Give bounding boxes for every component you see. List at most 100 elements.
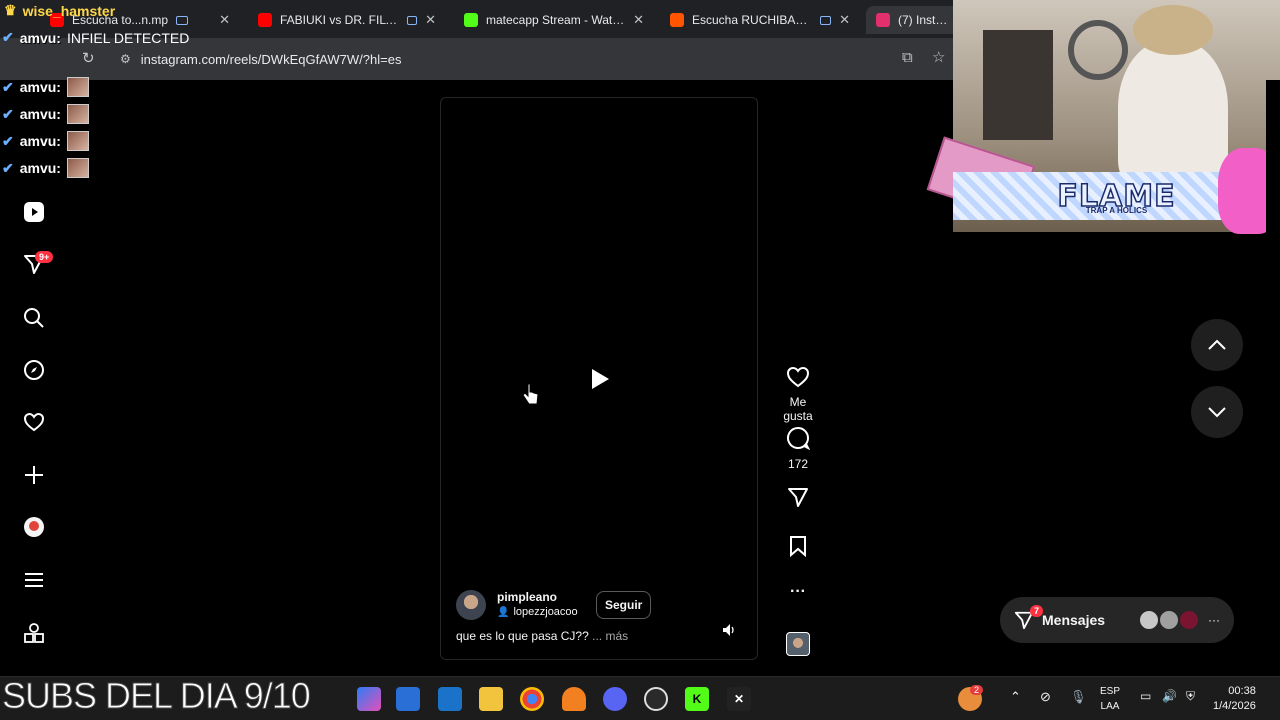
chat-message: ✔ amvu: — [2, 77, 89, 97]
display-icon[interactable]: ▭ — [1140, 689, 1151, 703]
verified-icon: ✔ — [2, 159, 14, 176]
kick-icon[interactable]: K — [685, 687, 709, 711]
tab-fabiuki[interactable]: FABIUKI vs DR. FILTROS ✕ — [248, 6, 446, 34]
outlook-icon[interactable] — [438, 687, 462, 711]
search-icon[interactable] — [22, 306, 46, 330]
media-playing-icon — [820, 15, 832, 25]
capcut-icon[interactable]: ✕ — [727, 687, 751, 711]
discord-icon[interactable] — [603, 687, 627, 711]
chrome-icon[interactable] — [520, 687, 544, 711]
messages-label: Mensajes — [1042, 612, 1106, 628]
chat-user: amvu: — [19, 29, 61, 46]
volume-icon[interactable]: 🔊 — [1162, 689, 1177, 703]
caption-more-link[interactable]: ... más — [592, 629, 628, 643]
tab-matecapp[interactable]: matecapp Stream - Watch L ✕ — [454, 6, 654, 34]
obs-icon[interactable] — [644, 687, 668, 711]
fan — [1068, 20, 1128, 80]
explore-icon[interactable] — [22, 358, 46, 382]
chat-message: ✔ amvu: INFIEL DETECTED — [2, 29, 189, 46]
chat-header: ♛ wise_hamster — [4, 2, 115, 19]
comment-icon[interactable] — [786, 426, 811, 451]
install-app-icon[interactable]: ⧉ — [902, 49, 913, 66]
like-action[interactable]: Me gusta — [774, 366, 822, 423]
verified-icon: ✔ — [2, 105, 14, 122]
chat-message: ✔ amvu: — [2, 131, 89, 151]
menu-icon[interactable] — [22, 568, 46, 592]
share-icon[interactable] — [787, 486, 809, 508]
clock-time: 00:38 — [1228, 685, 1256, 697]
create-icon[interactable] — [22, 463, 46, 487]
avatar — [1138, 609, 1160, 631]
file-explorer-icon[interactable] — [479, 687, 503, 711]
mute-toggle-icon[interactable] — [722, 623, 736, 642]
show-hidden-icons-chevron-up-icon[interactable]: ⌃ — [1010, 689, 1021, 705]
reels-icon[interactable] — [22, 200, 46, 224]
comment-action[interactable]: 172 — [774, 426, 822, 471]
like-label: Me gusta — [783, 395, 813, 423]
next-reel-button[interactable] — [1191, 386, 1243, 438]
more-avatars: ··· — [1208, 613, 1220, 627]
shield-icon[interactable]: ⛨ — [1186, 689, 1195, 704]
soundcloud-icon — [670, 13, 684, 27]
verified-icon: ✔ — [2, 29, 14, 45]
more-options-icon[interactable]: ··· — [774, 583, 822, 601]
save-action[interactable] — [774, 535, 822, 562]
chat-user: amvu: — [19, 160, 61, 176]
page-scrollbar[interactable] — [1266, 80, 1280, 676]
share-action[interactable] — [774, 486, 822, 513]
previous-reel-button[interactable] — [1191, 319, 1243, 371]
media-playing-icon — [406, 15, 418, 25]
streamer — [1118, 40, 1228, 190]
chat-user: amvu: — [19, 133, 61, 149]
chat-user: amvu: — [19, 79, 61, 95]
author-username[interactable]: pimpleano — [497, 590, 557, 604]
profile-icon[interactable] — [22, 515, 46, 539]
play-icon[interactable] — [590, 368, 610, 395]
subs-overlay-text: SUBS DEL DIA 9/10 — [2, 675, 312, 717]
close-tab-icon[interactable]: ✕ — [633, 12, 644, 28]
chevron-down-icon — [1208, 407, 1226, 418]
chat-image — [66, 77, 89, 97]
mouse-cursor-icon — [522, 382, 540, 411]
author-avatar[interactable] — [456, 590, 486, 620]
poster — [983, 30, 1053, 140]
instagram-icon — [876, 13, 890, 27]
stream-chat-overlay: ♛ wise_hamster ✔ amvu: INFIEL DETECTED ✔… — [0, 0, 240, 180]
chat-image — [66, 158, 89, 178]
bookmark-icon[interactable] — [788, 535, 808, 558]
close-tab-icon[interactable]: ✕ — [425, 12, 436, 28]
chat-message: ✔ amvu: — [2, 104, 89, 124]
audio-attribution[interactable]: 👤 lopezzjoacoo — [497, 606, 578, 618]
follow-button[interactable]: Seguir — [596, 591, 652, 619]
chevron-up-icon — [1208, 339, 1226, 350]
chat-user: amvu: — [19, 106, 61, 122]
close-tab-icon[interactable]: ✕ — [839, 12, 850, 28]
tab-instagram[interactable]: (7) Instagra — [866, 6, 960, 34]
language-indicator[interactable]: ESP LAA — [1100, 684, 1120, 714]
messages-bar[interactable]: Mensajes ··· — [1000, 597, 1234, 643]
bookmark-star-icon[interactable]: ☆ — [932, 48, 945, 66]
chat-image — [66, 104, 89, 124]
messages-count-badge: 7 — [1030, 605, 1044, 617]
network-off-icon[interactable]: ⊘ — [1040, 689, 1051, 705]
clock-date: 1/4/2026 — [1213, 700, 1256, 712]
avatar — [1178, 609, 1200, 631]
notifications-icon[interactable] — [22, 410, 46, 434]
microphone-icon[interactable]: 🎙 — [1070, 689, 1087, 705]
language-code: ESP — [1100, 686, 1121, 697]
caption-text: que es lo que pasa CJ?? — [456, 629, 589, 643]
chat-message: ✔ amvu: — [2, 158, 89, 178]
also-from-meta-icon[interactable] — [22, 621, 46, 645]
banner-subtitle: TRAP A HOLICS — [1085, 206, 1148, 215]
system-clock[interactable]: 00:38 1/4/2026 — [1213, 684, 1256, 714]
heart-icon[interactable] — [786, 366, 810, 388]
tab-ruchibandz[interactable]: Escucha RUCHIBANDZ ( ✕ — [660, 6, 860, 34]
verified-icon: ✔ — [2, 78, 14, 95]
copilot-icon[interactable] — [357, 687, 381, 711]
cloudflare-icon[interactable] — [562, 687, 586, 711]
audio-track-thumbnail[interactable] — [786, 632, 810, 656]
tray-badge: 2 — [970, 685, 984, 695]
chat-image — [66, 131, 89, 151]
store-icon[interactable] — [396, 687, 420, 711]
youtube-icon — [258, 13, 272, 27]
